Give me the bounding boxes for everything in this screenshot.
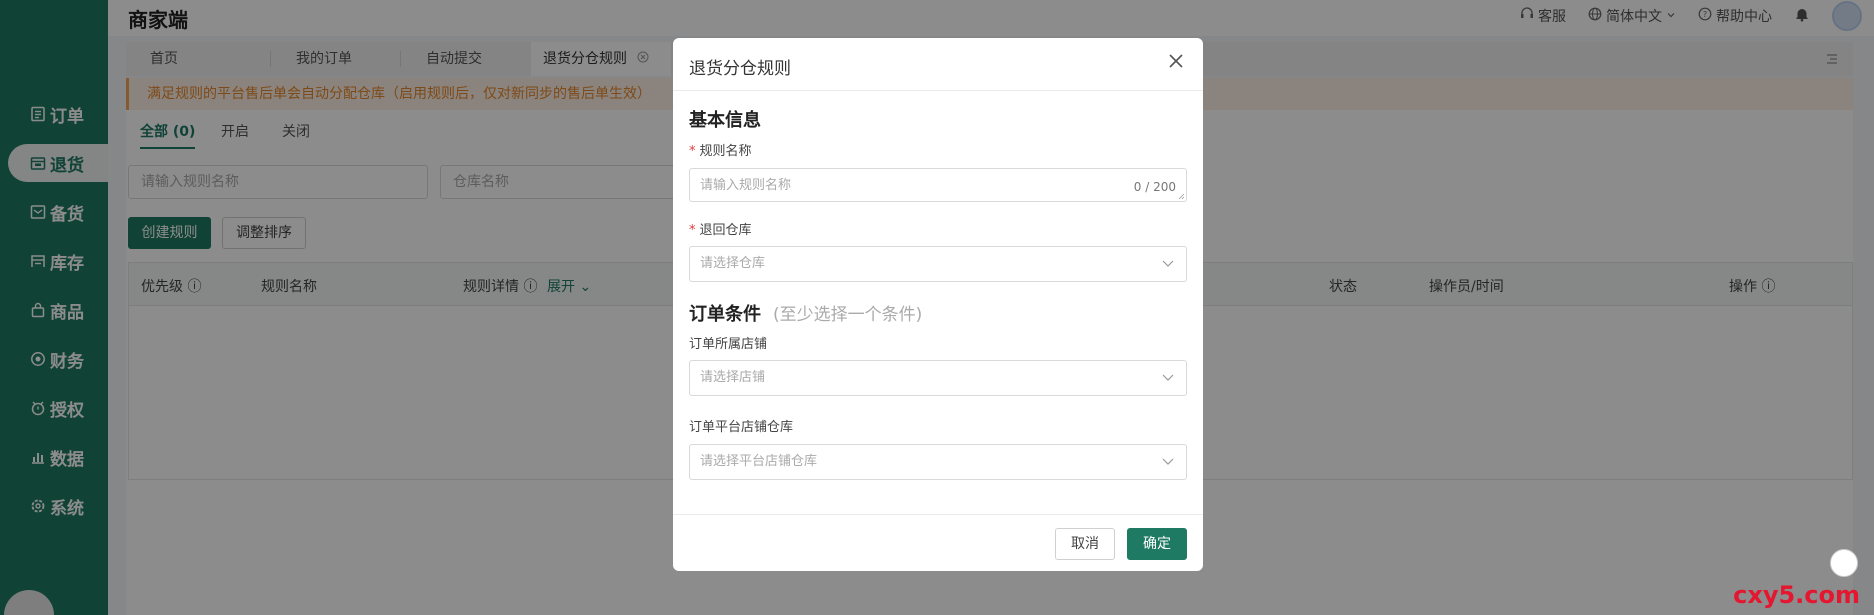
rule-name-input[interactable]: 请输入规则名称 0 / 200 bbox=[689, 168, 1187, 202]
conditions-hint: (至少选择一个条件) bbox=[773, 305, 923, 325]
shop-placeholder: 请选择店铺 bbox=[700, 370, 766, 385]
watermark: cxy5.com bbox=[1733, 581, 1860, 609]
section-basic-info: 基本信息 bbox=[689, 110, 761, 131]
return-warehouse-select[interactable]: 请选择仓库 bbox=[689, 246, 1187, 282]
shop-label: 订单所属店铺 bbox=[689, 337, 768, 352]
section-order-conditions: 订单条件 (至少选择一个条件) bbox=[689, 304, 923, 325]
platform-warehouse-placeholder: 请选择平台店铺仓库 bbox=[700, 454, 818, 469]
confirm-button[interactable]: 确定 bbox=[1127, 528, 1187, 560]
chevron-down-icon bbox=[1162, 445, 1174, 493]
return-warehouse-label: * 退回仓库 bbox=[689, 223, 752, 238]
chevron-down-icon bbox=[1162, 361, 1174, 409]
chevron-down-icon bbox=[1162, 247, 1174, 295]
char-counter: 0 / 200 bbox=[1133, 180, 1176, 194]
platform-warehouse-select[interactable]: 请选择平台店铺仓库 bbox=[689, 444, 1187, 480]
return-warehouse-placeholder: 请选择仓库 bbox=[700, 256, 766, 271]
floating-help-button[interactable] bbox=[1830, 549, 1858, 577]
dialog-footer-divider bbox=[673, 514, 1203, 515]
return-rule-dialog: 退货分仓规则 基本信息 * 规则名称 请输入规则名称 0 / 200 * 退回仓库 … bbox=[673, 38, 1203, 571]
rule-name-placeholder: 请输入规则名称 bbox=[700, 178, 792, 193]
dialog-title: 退货分仓规则 bbox=[689, 59, 791, 79]
close-icon[interactable] bbox=[1167, 52, 1185, 70]
cancel-button[interactable]: 取消 bbox=[1055, 528, 1115, 560]
resize-handle-icon[interactable] bbox=[1177, 192, 1185, 200]
rule-name-label: * 规则名称 bbox=[689, 144, 752, 159]
shop-select[interactable]: 请选择店铺 bbox=[689, 360, 1187, 396]
platform-warehouse-label: 订单平台店铺仓库 bbox=[689, 420, 794, 435]
dialog-divider bbox=[673, 90, 1203, 91]
